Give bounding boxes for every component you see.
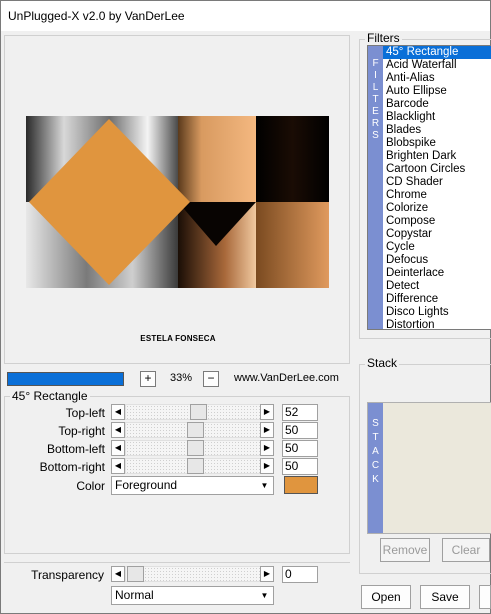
parameters-group-title: 45° Rectangle <box>10 389 90 403</box>
chevron-down-icon: ▼ <box>260 591 269 600</box>
filters-listbox[interactable]: FILTERS 45° Rectangle Acid Waterfall Anti-… <box>367 45 491 330</box>
preview-artwork <box>26 116 329 288</box>
title-bar: UnPlugged-X v2.0 by VanDerLee <box>1 1 490 31</box>
color-select[interactable]: Foreground ▼ <box>111 476 274 495</box>
remove-button[interactable]: Remove <box>380 538 430 562</box>
filter-item[interactable]: Copystar <box>383 228 491 241</box>
filters-title: Filters <box>365 31 402 45</box>
clear-button[interactable]: Clear <box>442 538 490 562</box>
stack-listbox[interactable]: STACK <box>367 402 491 534</box>
filter-item[interactable]: CD Shader <box>383 176 491 189</box>
transparency-divider <box>4 562 350 563</box>
preview-panel: ESTELA FONSECA <box>4 35 350 364</box>
filters-tab-letter: E <box>372 106 379 117</box>
save-button[interactable]: Save <box>420 585 470 609</box>
filters-tab-letter: I <box>374 70 377 81</box>
open-button[interactable]: Open <box>361 585 411 609</box>
bottom-right-thumb[interactable] <box>187 458 204 474</box>
filter-item[interactable]: Distortion <box>383 319 491 329</box>
color-label: Color <box>76 479 105 493</box>
stack-tab-letter: C <box>371 460 380 471</box>
transparency-decrease[interactable]: ◀ <box>111 566 125 582</box>
bottom-right-value[interactable]: 50 <box>282 458 318 475</box>
filter-item[interactable]: Blades <box>383 124 491 137</box>
vanderlee-link[interactable]: www.VanDerLee.com <box>234 372 339 384</box>
filter-item[interactable]: Detect <box>383 280 491 293</box>
filter-item[interactable]: Anti-Alias <box>383 72 491 85</box>
preview-credit: ESTELA FONSECA <box>140 334 216 343</box>
filters-tab-letter: F <box>372 58 379 69</box>
filters-tab-letter: R <box>371 118 380 129</box>
stack-tab-letter: K <box>372 474 379 485</box>
stack-tab-letter: T <box>372 432 379 443</box>
top-right-value[interactable]: 50 <box>282 422 318 439</box>
top-left-increase[interactable]: ▶ <box>260 404 274 420</box>
filters-tab-letter: L <box>372 82 379 93</box>
filter-item[interactable]: Acid Waterfall <box>383 59 491 72</box>
filter-item[interactable]: Chrome <box>383 189 491 202</box>
transparency-value[interactable]: 0 <box>282 566 318 583</box>
transparency-track[interactable] <box>125 566 261 582</box>
blend-mode-value: Normal <box>115 588 154 602</box>
preview-image[interactable] <box>26 116 329 288</box>
zoom-level: 33% <box>170 372 193 384</box>
bottom-right-label: Bottom-right <box>39 460 105 474</box>
color-swatch[interactable] <box>284 476 318 494</box>
top-right-increase[interactable]: ▶ <box>260 422 274 438</box>
top-left-decrease[interactable]: ◀ <box>111 404 125 420</box>
bottom-left-decrease[interactable]: ◀ <box>111 440 125 456</box>
filters-tab-letter: S <box>372 130 379 141</box>
filter-item[interactable]: Barcode <box>383 98 491 111</box>
filter-list[interactable]: 45° Rectangle Acid Waterfall Anti-Alias Aut… <box>383 46 491 329</box>
filter-item[interactable]: Cartoon Circles <box>383 163 491 176</box>
filter-item[interactable]: Auto Ellipse <box>383 85 491 98</box>
zoom-out-button[interactable]: − <box>203 371 219 387</box>
bottom-left-label: Bottom-left <box>46 442 105 456</box>
top-right-label: Top-right <box>58 424 105 438</box>
plugin-window: UnPlugged-X v2.0 by VanDerLee ESTELA FON… <box>0 0 491 614</box>
more-button[interactable] <box>479 585 491 609</box>
bottom-left-increase[interactable]: ▶ <box>260 440 274 456</box>
filters-side-tab: FILTERS <box>368 46 383 329</box>
progress-bar <box>7 372 124 386</box>
color-select-value: Foreground <box>115 478 178 492</box>
top-right-decrease[interactable]: ◀ <box>111 422 125 438</box>
bottom-right-decrease[interactable]: ◀ <box>111 458 125 474</box>
bottom-left-thumb[interactable] <box>187 440 204 456</box>
stack-tab-letter: S <box>372 418 379 429</box>
top-left-label: Top-left <box>65 406 105 420</box>
stack-side-tab: STACK <box>368 403 383 533</box>
filter-item[interactable]: Cycle <box>383 241 491 254</box>
top-left-value[interactable]: 52 <box>282 404 318 421</box>
filter-item[interactable]: Compose <box>383 215 491 228</box>
filter-item[interactable]: Defocus <box>383 254 491 267</box>
filter-item[interactable]: Deinterlace <box>383 267 491 280</box>
filter-item[interactable]: Blobspike <box>383 137 491 150</box>
transparency-increase[interactable]: ▶ <box>260 566 274 582</box>
filter-item[interactable]: Difference <box>383 293 491 306</box>
transparency-label: Transparency <box>31 568 104 582</box>
window-title: UnPlugged-X v2.0 by VanDerLee <box>8 9 185 23</box>
filter-item[interactable]: Blacklight <box>383 111 491 124</box>
filter-item[interactable]: Colorize <box>383 202 491 215</box>
transparency-thumb[interactable] <box>127 566 144 582</box>
top-right-thumb[interactable] <box>187 422 204 438</box>
stack-title: Stack <box>365 356 400 370</box>
filter-item[interactable]: Disco Lights <box>383 306 491 319</box>
bottom-right-increase[interactable]: ▶ <box>260 458 274 474</box>
bottom-left-value[interactable]: 50 <box>282 440 318 457</box>
chevron-down-icon: ▼ <box>260 481 269 490</box>
filters-tab-letter: T <box>372 94 379 105</box>
filter-item[interactable]: Brighten Dark <box>383 150 491 163</box>
top-left-thumb[interactable] <box>190 404 207 420</box>
blend-mode-select[interactable]: Normal ▼ <box>111 586 274 605</box>
zoom-in-button[interactable]: + <box>140 371 156 387</box>
stack-tab-letter: A <box>372 446 379 457</box>
filter-item[interactable]: 45° Rectangle <box>383 46 491 59</box>
